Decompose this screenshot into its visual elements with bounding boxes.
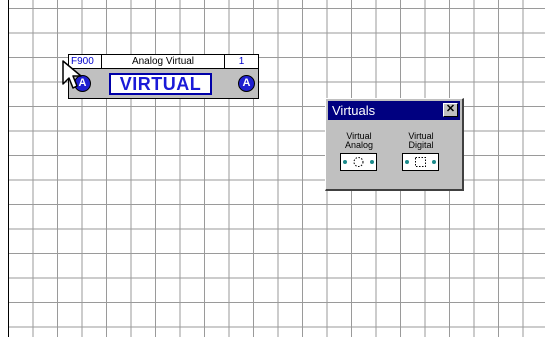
- close-button[interactable]: ✕: [443, 103, 458, 117]
- block-number: 1: [238, 56, 245, 67]
- drawing-canvas[interactable]: F900 Analog Virtual 1 A VIRTUAL A Virtua…: [8, 0, 545, 337]
- virtual-analog-tool[interactable]: Virtual Analog: [338, 132, 380, 180]
- virtual-digital-tool[interactable]: Virtual Digital: [400, 132, 442, 180]
- digital-square-icon: [402, 153, 439, 171]
- virtual-label: VIRTUAL: [109, 73, 212, 95]
- analog-output-badge[interactable]: A: [238, 75, 255, 92]
- mouse-cursor-icon: [62, 60, 82, 89]
- palette-title: Virtuals: [332, 103, 376, 118]
- analog-virtual-block[interactable]: F900 Analog Virtual 1 A VIRTUAL A: [68, 54, 259, 99]
- block-type-label: Analog Virtual: [102, 55, 225, 68]
- virtuals-palette-window[interactable]: Virtuals ✕ Virtual Analog Virtual Digita…: [325, 98, 464, 191]
- palette-titlebar[interactable]: Virtuals ✕: [328, 101, 460, 120]
- analog-circle-icon: [340, 153, 377, 171]
- block-header: F900 Analog Virtual 1: [69, 55, 258, 69]
- tool-label-line2: Analog: [344, 140, 374, 150]
- tool-label-line2: Digital: [408, 140, 434, 150]
